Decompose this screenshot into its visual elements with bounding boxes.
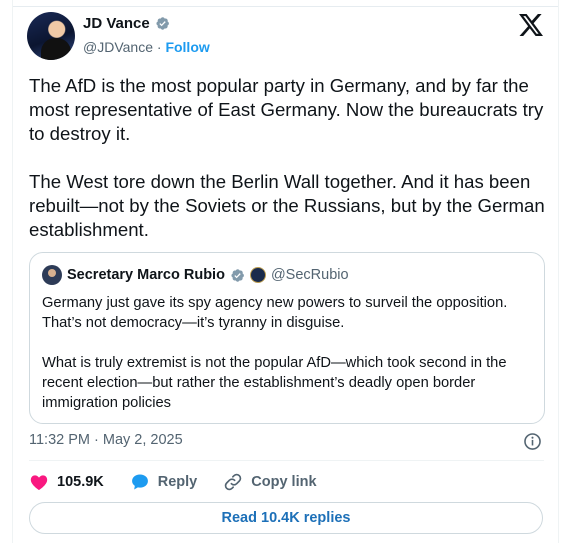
author-name-row: JD Vance (83, 15, 170, 32)
link-icon (225, 473, 242, 491)
follow-button[interactable]: Follow (165, 39, 209, 55)
handle-separator: · (156, 39, 162, 55)
quoted-author-handle: @SecRubio (270, 267, 349, 283)
post-timestamp[interactable]: 11:32 PM · May 2, 2025 (29, 432, 183, 448)
tweet-card: JD Vance @JDVance · Follow The AfD is th… (12, 0, 559, 543)
copy-link-label: Copy link (251, 474, 317, 490)
x-logo-icon[interactable] (519, 14, 543, 36)
heart-icon (30, 475, 48, 490)
top-divider (13, 6, 558, 7)
post-text-paragraph-2: The West tore down the Berlin Wall toget… (29, 171, 545, 240)
speech-bubble-icon (131, 474, 148, 490)
copy-link-button[interactable]: Copy link (223, 472, 317, 492)
author-handle-row: @JDVance · Follow (83, 39, 210, 55)
quoted-text-paragraph-2: What is truly extremist is not the popul… (42, 355, 507, 411)
author-handle[interactable]: @JDVance (83, 39, 153, 55)
government-seal-icon (249, 267, 266, 283)
reply-button[interactable]: Reply (130, 472, 198, 492)
quoted-author-avatar (42, 265, 62, 285)
reply-label: Reply (157, 474, 198, 490)
quoted-author-name: Secretary Marco Rubio (67, 267, 225, 283)
quoted-text-paragraph-1: Germany just gave its spy agency new pow… (42, 295, 508, 331)
read-replies-button[interactable]: Read 10.4K replies (29, 502, 543, 534)
verified-badge-icon (231, 268, 244, 282)
author-avatar[interactable] (27, 12, 75, 60)
post-text-paragraph-1: The AfD is the most popular party in Ger… (29, 75, 544, 144)
like-count: 105.9K (57, 474, 104, 490)
verified-badge-icon (156, 17, 169, 30)
author-name[interactable]: JD Vance (83, 15, 150, 32)
action-divider (29, 460, 544, 461)
info-icon[interactable] (523, 432, 542, 451)
quoted-post-header: Secretary Marco Rubio @SecRubio (42, 265, 349, 285)
action-bar: 105.9K Reply Copy link (29, 472, 343, 492)
like-button[interactable]: 105.9K (29, 472, 104, 492)
quoted-post[interactable]: Secretary Marco Rubio @SecRubio Germany … (29, 252, 545, 424)
